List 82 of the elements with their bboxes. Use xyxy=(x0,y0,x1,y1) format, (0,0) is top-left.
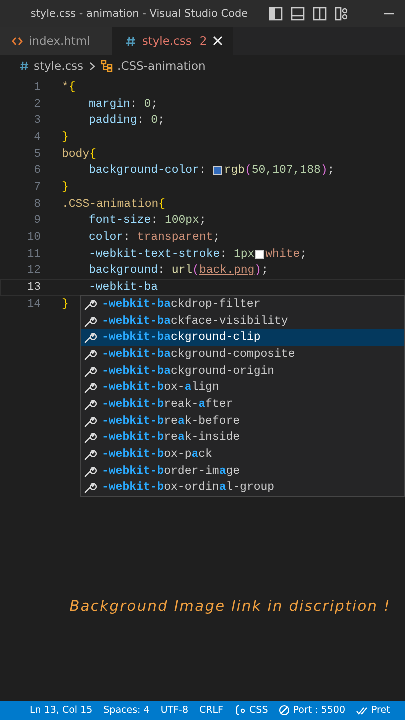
line-number: 12 xyxy=(26,264,41,278)
wrench-icon xyxy=(84,298,97,311)
code-text: rgb(50,107,188); xyxy=(224,164,335,178)
line-number: 6 xyxy=(33,164,41,178)
suggestion-item[interactable]: -webkit-backface-visibility xyxy=(81,312,404,330)
symbol-structure-icon xyxy=(100,60,113,72)
code-text: } xyxy=(62,298,69,311)
status-item[interactable]: Pret xyxy=(356,705,390,716)
wrench-icon xyxy=(84,431,97,444)
split-layout-icon[interactable] xyxy=(313,6,327,20)
code-text: } xyxy=(62,180,69,194)
suggestion-item[interactable]: -webkit-box-pack xyxy=(81,446,404,463)
wrench-icon xyxy=(84,331,97,344)
wrench-icon xyxy=(84,314,97,328)
caption-text: Background Image link in discription ! xyxy=(68,599,392,615)
suggestion-item[interactable]: -webkit-box-align xyxy=(81,379,404,396)
wrench-icon xyxy=(84,464,97,478)
line-number: 2 xyxy=(33,98,41,111)
code-text: .CSS-animation{ xyxy=(62,198,166,211)
line-number: 7 xyxy=(33,180,41,194)
code-text: -webkit-text-stroke: 1px xyxy=(89,248,255,261)
line-number: 4 xyxy=(33,130,41,144)
code-brackets-icon xyxy=(12,36,23,46)
suggestion-item[interactable]: -webkit-backdrop-filter xyxy=(81,296,404,313)
panel-layout-icon[interactable] xyxy=(291,6,305,20)
close-icon[interactable] xyxy=(213,36,224,46)
suggestion-item[interactable]: -webkit-background-clip xyxy=(81,329,404,346)
status-item[interactable]: CRLF xyxy=(200,705,224,716)
breadcrumb-item[interactable]: style.css xyxy=(34,59,84,73)
window-title: style.css - animation - Visual Studio Code xyxy=(30,8,250,20)
color-swatch[interactable] xyxy=(213,166,222,176)
code-text: background: url(back.png); xyxy=(89,264,268,278)
wrench-icon xyxy=(84,381,97,394)
status-item[interactable]: Port : 5500 xyxy=(279,705,346,716)
wrench-icon xyxy=(84,481,97,494)
wrench-icon xyxy=(84,414,97,428)
line-number: 10 xyxy=(26,231,41,244)
line-number: 9 xyxy=(33,214,41,228)
line-number: 1 xyxy=(33,80,41,94)
suggestion-item[interactable]: -webkit-background-composite xyxy=(81,346,404,363)
code-text: -webkit-ba xyxy=(89,281,158,294)
braces-icon xyxy=(234,705,247,716)
circle-slash-icon xyxy=(279,705,290,716)
code-text: padding: 0; xyxy=(89,114,165,128)
line-number: 5 xyxy=(33,148,41,161)
code-text: margin: 0; xyxy=(89,98,158,111)
code-text: *{ xyxy=(62,80,76,94)
suggestion-item[interactable]: -webkit-break-after xyxy=(81,396,404,413)
suggestion-item[interactable]: -webkit-break-inside xyxy=(81,430,404,446)
chevron-icon xyxy=(88,62,96,70)
sidebar-layout-icon[interactable] xyxy=(269,6,283,20)
status-item[interactable]: CSS xyxy=(234,705,268,716)
line-number: 3 xyxy=(33,114,41,128)
code-text: background-color: xyxy=(89,164,208,178)
wrench-icon xyxy=(84,348,97,361)
code-text: } xyxy=(62,130,69,144)
line-number: 8 xyxy=(33,198,41,211)
wrench-icon xyxy=(84,398,97,411)
hash-icon xyxy=(20,61,29,71)
code-text: body{ xyxy=(62,148,97,161)
status-item[interactable]: Ln 13, Col 15 xyxy=(30,705,93,716)
wrench-icon xyxy=(84,448,97,462)
layout-grid-icon[interactable] xyxy=(335,6,349,20)
wrench-icon xyxy=(84,364,97,378)
status-item[interactable]: Spaces: 4 xyxy=(104,705,150,716)
editor-tab[interactable]: index.html xyxy=(0,27,112,55)
color-swatch[interactable] xyxy=(254,250,264,259)
status-item[interactable]: UTF-8 xyxy=(160,705,189,716)
suggestion-item[interactable]: -webkit-background-origin xyxy=(81,362,404,380)
suggestion-item[interactable]: -webkit-break-before xyxy=(81,412,404,430)
double-check-icon xyxy=(356,706,368,716)
code-text: color: transparent; xyxy=(89,231,220,244)
breadcrumb-item[interactable]: .CSS-animation xyxy=(118,59,206,73)
line-number: 14 xyxy=(26,298,41,311)
hash-icon xyxy=(126,36,136,46)
line-number: 11 xyxy=(26,248,41,261)
editor-tab[interactable]: style.css 2 xyxy=(112,27,234,55)
line-number: 13 xyxy=(26,281,41,294)
code-text: font-size: 100px; xyxy=(89,214,206,228)
suggestion-item[interactable]: -webkit-border-image xyxy=(81,462,404,480)
code-text: white; xyxy=(266,248,308,261)
suggestion-item[interactable]: -webkit-box-ordinal-group xyxy=(81,480,404,496)
